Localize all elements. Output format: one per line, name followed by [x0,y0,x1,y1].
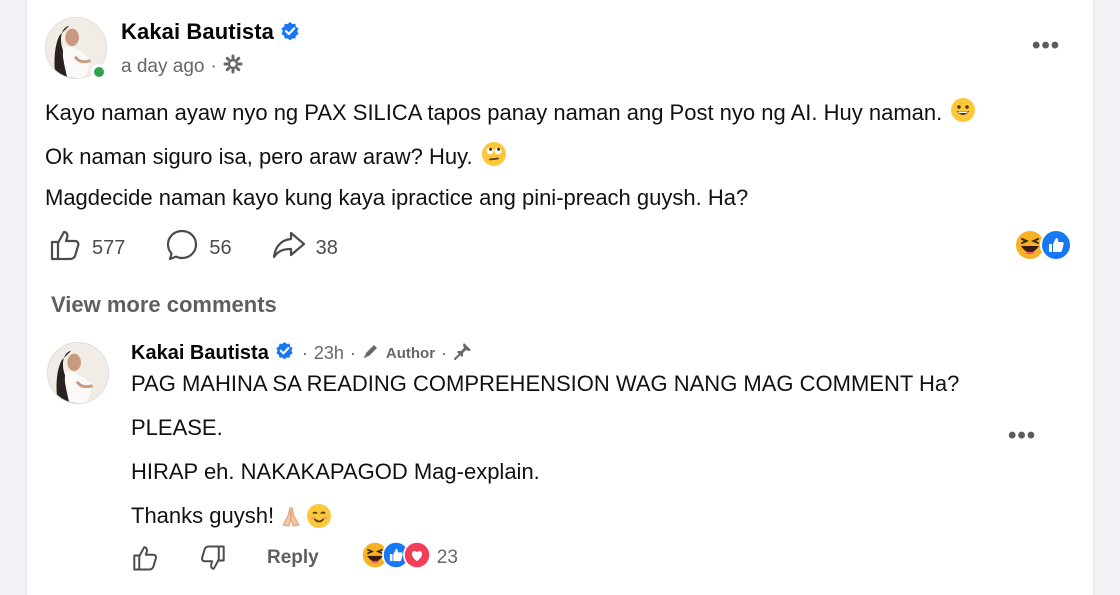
author-badge: Author [385,345,436,362]
comment-text-line-4-wrap: Thanks guysh! [131,503,332,529]
comment-text-line-2: PLEASE. [131,415,223,440]
love-reaction-icon [402,541,431,574]
comment-time[interactable]: 23h [314,343,344,364]
comment-text-line-1: PAG MAHINA SA READING COMPREHENSION WAG … [131,371,960,396]
post-author-name[interactable]: Kakai Bautista [121,19,300,47]
comment-header: Kakai Bautista · 23h · Author · [131,341,473,366]
eye-roll-emoji-icon [481,141,507,173]
comment-icon [165,228,199,268]
post-author-name-text[interactable]: Kakai Bautista [121,19,274,44]
like-count: 577 [92,236,126,259]
comment-more-options-button[interactable]: ••• [1008,422,1036,450]
comment-dislike-button[interactable] [199,544,227,572]
comment-meta-separator-2: · [349,343,356,363]
post-text-3: Magdecide naman kayo kung kaya ipractice… [45,185,749,210]
share-icon [272,228,306,268]
praying-hands-icon [278,503,304,529]
post-actions-bar: 577 56 38 [48,228,378,268]
verified-icon [280,21,300,47]
post-meta: a day ago · [121,54,243,80]
comment-text-line-3: HIRAP eh. NAKAKAPAGOD Mag-explain. [131,459,540,484]
comment-meta-separator-1: · [301,343,308,363]
dislike-icon [201,544,225,570]
comment-author-name[interactable]: Kakai Bautista [131,342,269,365]
pin-icon [453,341,473,366]
like-icon [133,545,157,571]
globe-settings-icon [223,54,243,80]
grinning-emoji-icon [950,97,976,129]
comment-meta: · 23h · Author · [302,341,473,366]
post-more-options-button[interactable]: ••• [1032,32,1060,60]
like-reaction-icon [1040,229,1072,266]
verified-icon [275,341,294,366]
post-text-1: Kayo naman ayaw nyo ng PAX SILICA tapos … [45,100,943,125]
post-text-line-1: Kayo naman ayaw nyo ng PAX SILICA tapos … [45,97,976,129]
share-button[interactable]: 38 [272,228,338,268]
comment-author-avatar[interactable] [47,342,109,404]
comment-button[interactable]: 56 [165,228,232,268]
comment-count: 56 [209,236,232,259]
post-reactions-summary[interactable] [1014,229,1072,266]
share-count: 38 [315,236,338,259]
comment-like-button[interactable] [131,544,159,572]
view-more-comments-link[interactable]: View more comments [51,292,277,318]
post-time[interactable]: a day ago [121,56,204,78]
smiling-blush-emoji-icon [306,503,332,529]
comment-text-line-4: Thanks guysh! [131,503,275,528]
author-pen-icon [362,342,380,365]
post-text-2: Ok naman siguro isa, pero araw araw? Huy… [45,144,473,169]
post-text-line-3: Magdecide naman kayo kung kaya ipractice… [45,185,748,211]
comment-reaction-count: 23 [436,546,458,568]
online-status-dot [91,64,107,80]
meta-separator: · [210,56,217,77]
post-text-line-2: Ok naman siguro isa, pero araw araw? Huy… [45,141,507,173]
comment-actions-bar: Reply 23 [131,541,458,574]
comment-reactions-summary[interactable]: 23 [360,541,458,574]
like-button[interactable]: 577 [48,228,125,268]
reply-button[interactable]: Reply [267,547,319,569]
comment-meta-separator-3: · [441,343,448,363]
like-icon [48,228,82,268]
